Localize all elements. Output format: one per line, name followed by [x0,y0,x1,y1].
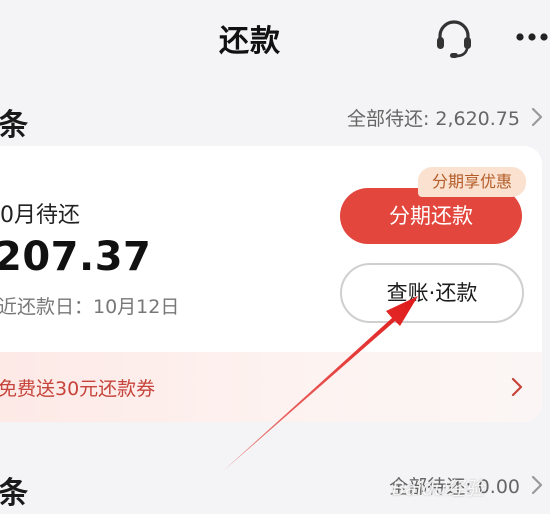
promo-text: 免费送30元还款券 [0,378,156,400]
promo-badge: 分期享优惠 [418,167,527,197]
chevron-right-icon[interactable] [510,376,524,398]
more-dots-icon[interactable] [514,22,550,52]
page-title: 还款 [219,24,281,59]
chevron-right-icon[interactable] [530,474,544,496]
due-date: 近还款日：10月12日 [0,296,180,318]
amount-due: 207.37 [0,234,152,280]
section-header-1: 条 全部待还: 2,620.75 [0,100,550,143]
section-label: 条 [0,476,28,511]
section-label: 条 [0,108,28,143]
chevron-right-icon[interactable] [530,106,544,128]
month-label: 0月待还 [0,203,80,228]
top-bar: 还款 [0,0,550,78]
section-total-link[interactable]: 全部待还: 2,620.75 [347,104,520,131]
watermark: Baidu经验 [392,478,485,500]
check-repay-button[interactable]: 查账·还款 [340,263,524,323]
headset-icon[interactable] [432,16,476,60]
